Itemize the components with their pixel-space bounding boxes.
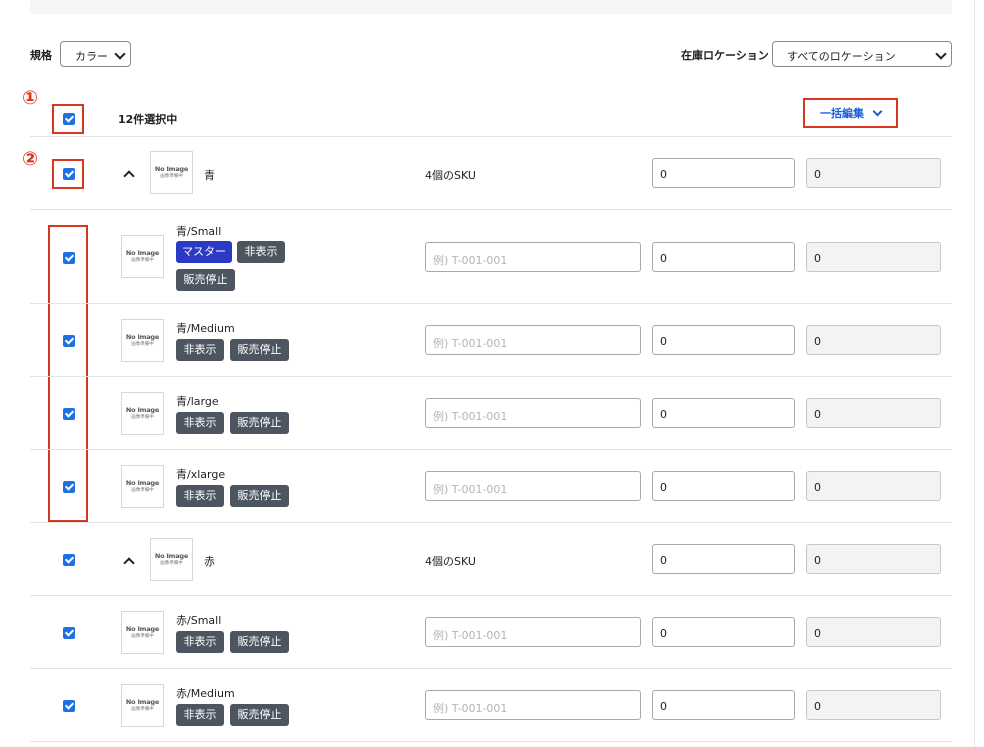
sku-code-input[interactable]: 例) T-001-001 xyxy=(425,471,641,501)
annotation-two: ② xyxy=(22,148,39,170)
sku-code-input[interactable]: 例) T-001-001 xyxy=(425,325,641,355)
chevron-up-icon[interactable] xyxy=(123,557,135,569)
sku-code-input[interactable]: 例) T-001-001 xyxy=(425,398,641,428)
sales-stopped-tag: 販売停止 xyxy=(176,269,235,291)
divider xyxy=(30,595,952,596)
divider xyxy=(30,449,952,450)
annotation-one: ① xyxy=(22,87,39,109)
variant-checkbox[interactable] xyxy=(63,700,75,712)
product-thumbnail: No Image 画像準備中 xyxy=(121,392,164,435)
variant-checkbox[interactable] xyxy=(63,335,75,347)
stock-value: 0 xyxy=(806,325,941,355)
location-select[interactable]: すべてのロケーション xyxy=(772,41,952,67)
sku-code-input[interactable]: 例) T-001-001 xyxy=(425,617,641,647)
variant-name: 赤/Medium xyxy=(176,687,235,700)
product-thumbnail: No Image 画像準備中 xyxy=(121,319,164,362)
variant-name: 赤/Small xyxy=(176,614,222,627)
hidden-tag: 非表示 xyxy=(176,485,224,507)
hidden-tag: 非表示 xyxy=(176,631,224,653)
select-all-checkbox[interactable] xyxy=(63,113,75,125)
top-panel xyxy=(30,0,952,14)
product-thumbnail: No Image 画像準備中 xyxy=(121,684,164,727)
variant-checkbox[interactable] xyxy=(63,627,75,639)
stock-value: 0 xyxy=(806,544,941,574)
divider xyxy=(30,209,952,210)
divider xyxy=(30,741,952,742)
bulk-edit-button[interactable]: 一括編集 xyxy=(803,98,898,128)
location-select-value: すべてのロケーション xyxy=(787,50,896,63)
sales-stopped-tag: 販売停止 xyxy=(230,412,289,434)
divider xyxy=(30,376,952,377)
quantity-input[interactable]: 0 xyxy=(652,471,795,501)
sku-code-input[interactable]: 例) T-001-001 xyxy=(425,690,641,720)
spec-select[interactable]: カラー xyxy=(60,41,131,67)
divider xyxy=(30,303,952,304)
hidden-tag: 非表示 xyxy=(176,704,224,726)
product-thumbnail: No Image 画像準備中 xyxy=(121,465,164,508)
product-thumbnail: No Image 画像準備中 xyxy=(150,151,193,194)
quantity-input[interactable]: 0 xyxy=(652,158,795,188)
group-checkbox[interactable] xyxy=(63,554,75,566)
variant-checkbox[interactable] xyxy=(63,252,75,264)
product-thumbnail: No Image 画像準備中 xyxy=(121,611,164,654)
product-thumbnail: No Image 画像準備中 xyxy=(150,538,193,581)
chevron-down-icon xyxy=(114,48,126,60)
sku-code-input[interactable]: 例) T-001-001 xyxy=(425,242,641,272)
divider xyxy=(30,136,952,137)
quantity-input[interactable]: 0 xyxy=(652,325,795,355)
master-tag: マスター xyxy=(176,241,232,263)
spec-select-value: カラー xyxy=(75,50,108,63)
sales-stopped-tag: 販売停止 xyxy=(230,704,289,726)
variant-name: 青/Medium xyxy=(176,322,235,335)
quantity-input[interactable]: 0 xyxy=(652,690,795,720)
variant-name: 青/Small xyxy=(176,225,222,238)
stock-value: 0 xyxy=(806,690,941,720)
variant-checkbox[interactable] xyxy=(63,481,75,493)
group-checkbox[interactable] xyxy=(63,168,75,180)
selection-count: 12件選択中 xyxy=(118,113,178,126)
variant-name: 青/xlarge xyxy=(176,468,226,481)
stock-value: 0 xyxy=(806,242,941,272)
group-name: 青 xyxy=(204,169,215,182)
sales-stopped-tag: 販売停止 xyxy=(230,485,289,507)
divider xyxy=(30,668,952,669)
chevron-down-icon xyxy=(935,48,947,60)
group-name: 赤 xyxy=(204,555,215,568)
chevron-down-icon xyxy=(872,106,883,117)
quantity-input[interactable]: 0 xyxy=(652,398,795,428)
sales-stopped-tag: 販売停止 xyxy=(230,339,289,361)
sku-count: 4個のSKU xyxy=(425,169,476,182)
divider xyxy=(30,522,952,523)
variant-name: 青/large xyxy=(176,395,219,408)
stock-value: 0 xyxy=(806,617,941,647)
quantity-input[interactable]: 0 xyxy=(652,617,795,647)
variant-checkbox[interactable] xyxy=(63,408,75,420)
bulk-edit-label: 一括編集 xyxy=(820,107,864,120)
chevron-up-icon[interactable] xyxy=(123,170,135,182)
annotation-box-variants xyxy=(48,225,88,522)
sku-count: 4個のSKU xyxy=(425,555,476,568)
sales-stopped-tag: 販売停止 xyxy=(230,631,289,653)
stock-value: 0 xyxy=(806,158,941,188)
hidden-tag: 非表示 xyxy=(176,339,224,361)
location-label: 在庫ロケーション xyxy=(681,49,769,62)
quantity-input[interactable]: 0 xyxy=(652,544,795,574)
hidden-tag: 非表示 xyxy=(176,412,224,434)
stock-value: 0 xyxy=(806,398,941,428)
spec-label: 規格 xyxy=(30,49,52,62)
hidden-tag: 非表示 xyxy=(237,241,285,263)
product-thumbnail: No Image 画像準備中 xyxy=(121,235,164,278)
stock-value: 0 xyxy=(806,471,941,501)
scroll-divider xyxy=(974,0,975,747)
quantity-input[interactable]: 0 xyxy=(652,242,795,272)
